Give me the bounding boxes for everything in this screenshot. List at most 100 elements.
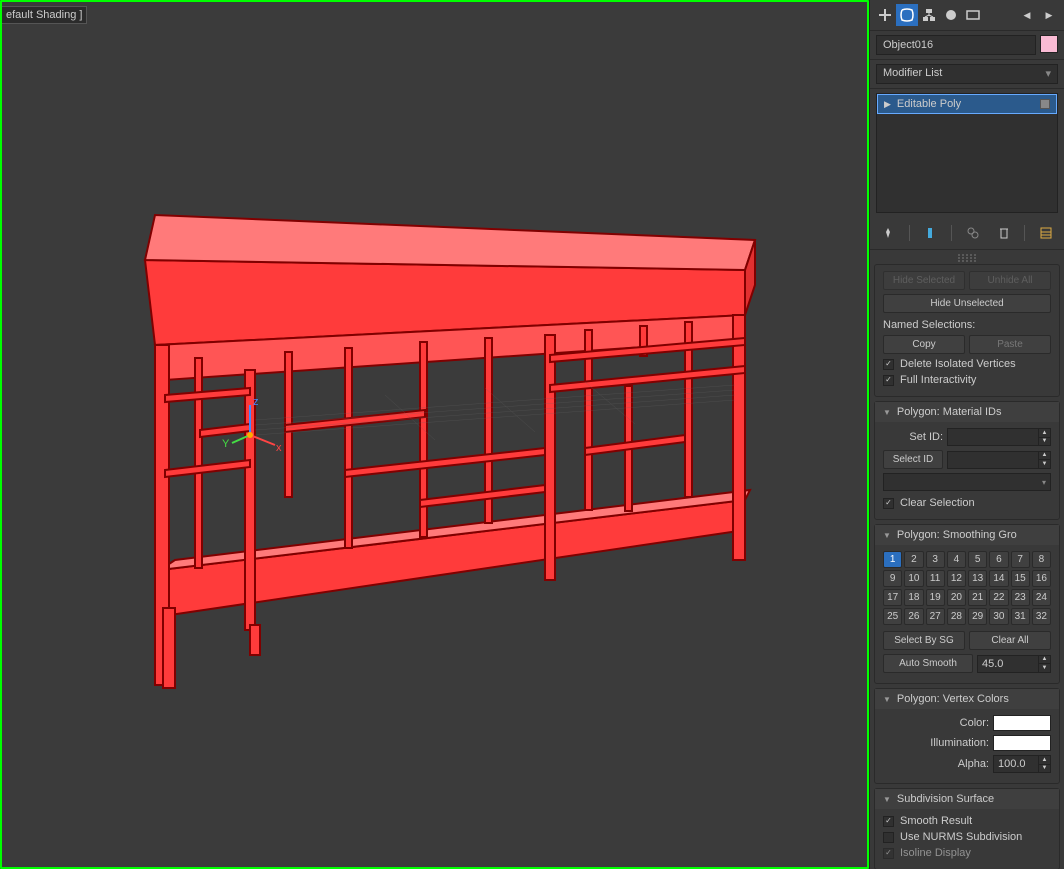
smoothing-group-button-22[interactable]: 22	[989, 589, 1008, 606]
smoothing-group-button-15[interactable]: 15	[1011, 570, 1030, 587]
smoothing-group-button-16[interactable]: 16	[1032, 570, 1051, 587]
smoothing-group-button-20[interactable]: 20	[947, 589, 966, 606]
smoothing-group-button-14[interactable]: 14	[989, 570, 1008, 587]
gizmo-z: z	[253, 396, 259, 408]
collapse-arrow-icon: ▼	[883, 408, 891, 417]
smoothing-group-button-7[interactable]: 7	[1011, 551, 1030, 568]
modifier-stack[interactable]: ▶ Editable Poly	[876, 93, 1058, 213]
object-color-swatch[interactable]	[1040, 35, 1058, 53]
smoothing-group-button-24[interactable]: 24	[1032, 589, 1051, 606]
smoothing-group-button-11[interactable]: 11	[926, 570, 945, 587]
smoothing-group-button-21[interactable]: 21	[968, 589, 987, 606]
smoothing-group-button-32[interactable]: 32	[1032, 608, 1051, 625]
smoothing-group-button-30[interactable]: 30	[989, 608, 1008, 625]
smoothing-group-button-17[interactable]: 17	[883, 589, 902, 606]
panel-nav-left-icon[interactable]: ◀	[1016, 4, 1038, 26]
expand-arrow-icon[interactable]: ▶	[884, 99, 891, 110]
smoothing-group-button-2[interactable]: 2	[904, 551, 923, 568]
smoothing-group-grid: 1234567891011121314151617181920212223242…	[883, 551, 1051, 625]
pin-stack-icon[interactable]	[878, 223, 898, 243]
alpha-label: Alpha:	[883, 758, 989, 770]
rollout-header-smoothing[interactable]: ▼ Polygon: Smoothing Gro	[875, 525, 1059, 545]
auto-smooth-spinner[interactable]: 45.0▲▼	[977, 655, 1051, 673]
rollout-edit-geometry-partial: Hide Selected Unhide All Hide Unselected…	[874, 264, 1060, 397]
smoothing-group-button-8[interactable]: 8	[1032, 551, 1051, 568]
rollout-smoothing-groups: ▼ Polygon: Smoothing Gro 123456789101112…	[874, 524, 1060, 684]
smoothing-group-button-25[interactable]: 25	[883, 608, 902, 625]
smoothing-group-button-28[interactable]: 28	[947, 608, 966, 625]
smoothing-group-button-31[interactable]: 31	[1011, 608, 1030, 625]
show-end-result-icon[interactable]	[920, 223, 940, 243]
smoothing-group-button-10[interactable]: 10	[904, 570, 923, 587]
command-panel: ◀ ▶ Modifier List ▶ Editable Poly Hi	[869, 0, 1064, 869]
smoothing-group-button-18[interactable]: 18	[904, 589, 923, 606]
illumination-color-swatch[interactable]	[993, 735, 1051, 751]
modifier-stack-item[interactable]: ▶ Editable Poly	[877, 94, 1057, 114]
unhide-all-button[interactable]: Unhide All	[969, 271, 1051, 290]
copy-button[interactable]: Copy	[883, 335, 965, 354]
select-by-sg-button[interactable]: Select By SG	[883, 631, 965, 650]
delete-isolated-vertices-checkbox[interactable]: Delete Isolated Vertices	[883, 358, 1051, 370]
create-tab-icon[interactable]	[874, 4, 896, 26]
isoline-display-checkbox[interactable]: Isoline Display	[883, 847, 1051, 859]
smooth-result-checkbox[interactable]: Smooth Result	[883, 815, 1051, 827]
modifier-toggle-icon[interactable]	[1040, 99, 1050, 109]
full-interactivity-checkbox[interactable]: Full Interactivity	[883, 374, 1051, 386]
clear-selection-checkbox[interactable]: Clear Selection	[883, 497, 1051, 509]
smoothing-group-button-5[interactable]: 5	[968, 551, 987, 568]
object-name-input[interactable]	[876, 35, 1036, 55]
smoothing-group-button-13[interactable]: 13	[968, 570, 987, 587]
panel-tabs: ◀ ▶	[870, 0, 1064, 31]
set-id-label: Set ID:	[883, 431, 943, 443]
make-unique-icon[interactable]	[963, 223, 983, 243]
vertex-color-swatch[interactable]	[993, 715, 1051, 731]
material-name-dropdown[interactable]	[883, 473, 1051, 491]
collapse-arrow-icon: ▼	[883, 531, 891, 540]
hide-selected-button[interactable]: Hide Selected	[883, 271, 965, 290]
modify-tab-icon[interactable]	[896, 4, 918, 26]
set-id-spinner[interactable]: ▲▼	[947, 428, 1051, 446]
smoothing-group-button-4[interactable]: 4	[947, 551, 966, 568]
smoothing-group-button-23[interactable]: 23	[1011, 589, 1030, 606]
model-canvas[interactable]: z x Y	[2, 2, 867, 867]
hide-unselected-button[interactable]: Hide Unselected	[883, 294, 1051, 313]
panel-nav-right-icon[interactable]: ▶	[1038, 4, 1060, 26]
rollout-header-vertex-colors[interactable]: ▼ Polygon: Vertex Colors	[875, 689, 1059, 709]
smoothing-group-button-1[interactable]: 1	[883, 551, 902, 568]
named-selections-label: Named Selections:	[883, 319, 1051, 331]
use-nurms-checkbox[interactable]: Use NURMS Subdivision	[883, 831, 1051, 843]
viewport-3d[interactable]: efault Shading ]	[0, 0, 869, 869]
hierarchy-tab-icon[interactable]	[918, 4, 940, 26]
alpha-spinner[interactable]: 100.0▲▼	[993, 755, 1051, 773]
drag-grip-icon[interactable]	[947, 254, 987, 262]
color-label: Color:	[883, 717, 989, 729]
auto-smooth-button[interactable]: Auto Smooth	[883, 654, 973, 673]
rollout-header-material-ids[interactable]: ▼ Polygon: Material IDs	[875, 402, 1059, 422]
configure-modifier-sets-icon[interactable]	[1036, 223, 1056, 243]
rollout-scroll[interactable]: Hide Selected Unhide All Hide Unselected…	[870, 250, 1064, 869]
collapse-arrow-icon: ▼	[883, 795, 891, 804]
smoothing-group-button-29[interactable]: 29	[968, 608, 987, 625]
smoothing-group-button-9[interactable]: 9	[883, 570, 902, 587]
motion-tab-icon[interactable]	[940, 4, 962, 26]
gizmo-x: x	[276, 442, 282, 454]
remove-modifier-icon[interactable]	[994, 223, 1014, 243]
illumination-label: Illumination:	[883, 737, 989, 749]
smoothing-group-button-19[interactable]: 19	[926, 589, 945, 606]
display-tab-icon[interactable]	[962, 4, 984, 26]
smoothing-group-button-6[interactable]: 6	[989, 551, 1008, 568]
smoothing-group-button-27[interactable]: 27	[926, 608, 945, 625]
rollout-vertex-colors: ▼ Polygon: Vertex Colors Color: Illumina…	[874, 688, 1060, 784]
select-id-spinner[interactable]: ▲▼	[947, 451, 1051, 469]
rollout-header-subdivision[interactable]: ▼ Subdivision Surface	[875, 789, 1059, 809]
collapse-arrow-icon: ▼	[883, 695, 891, 704]
paste-button[interactable]: Paste	[969, 335, 1051, 354]
modifier-name: Editable Poly	[897, 98, 961, 110]
smoothing-group-button-3[interactable]: 3	[926, 551, 945, 568]
rollout-subdivision-surface: ▼ Subdivision Surface Smooth Result Use …	[874, 788, 1060, 869]
smoothing-group-button-12[interactable]: 12	[947, 570, 966, 587]
select-id-button[interactable]: Select ID	[883, 450, 943, 469]
modifier-list-dropdown[interactable]: Modifier List	[876, 64, 1058, 84]
clear-all-sg-button[interactable]: Clear All	[969, 631, 1051, 650]
smoothing-group-button-26[interactable]: 26	[904, 608, 923, 625]
